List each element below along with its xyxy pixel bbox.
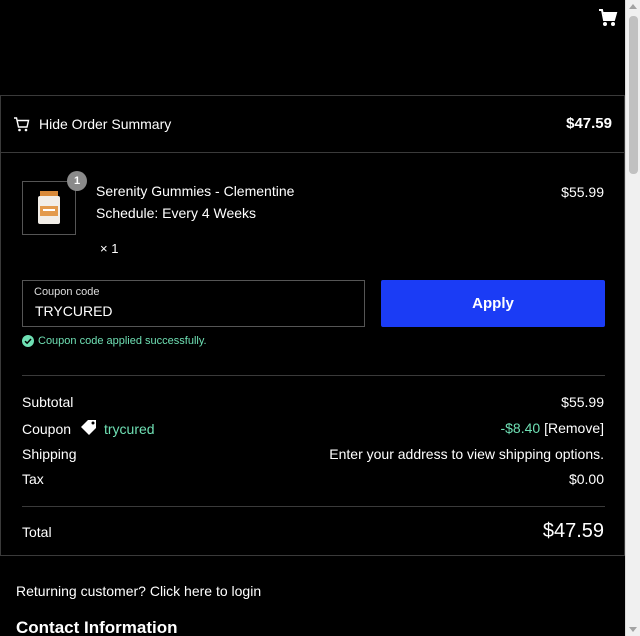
tax-label: Tax [22,471,44,487]
vertical-scrollbar[interactable] [625,0,640,636]
checkout-page: Hide Order Summary $47.59 1 Serenity Gum… [0,0,625,636]
gummies-jar-icon [38,191,60,224]
coupon-success-text: Coupon code applied successfully. [38,335,207,347]
tax-value: $0.00 [568,471,604,487]
product-price: $55.99 [561,184,604,200]
check-circle-icon [22,335,34,347]
total-value: $47.59 [542,520,604,542]
coupon-discount-value: -$8.40 [500,420,541,436]
apply-coupon-button[interactable]: Apply [381,280,605,327]
divider [22,506,605,507]
product-image [22,181,76,235]
cart-icon[interactable] [598,9,618,27]
applied-coupon-code: trycured [104,421,155,437]
scrollbar-thumb[interactable] [629,16,638,174]
quantity-badge: 1 [67,171,87,191]
product-schedule: Schedule: Every 4 Weeks [96,205,257,221]
coupon-code-label: Coupon code [34,286,100,298]
remove-coupon-link[interactable]: [Remove] [544,420,604,436]
subtotal-value: $55.99 [561,394,604,410]
cart-outline-icon [14,117,30,132]
product-name: Serenity Gummies - Clementine [96,183,295,199]
product-quantity: × 1 [100,241,119,256]
coupon-code-field[interactable]: Coupon code TRYCURED [22,280,365,327]
coupon-code-value[interactable]: TRYCURED [35,303,113,319]
shipping-label: Shipping [22,446,77,462]
returning-customer-login-link[interactable]: Returning customer? Click here to login [16,583,261,599]
total-label: Total [22,524,52,540]
toggle-summary-label[interactable]: Hide Order Summary [39,116,171,132]
contact-information-heading: Contact Information [16,618,178,636]
coupon-discount-row: -$8.40 [Remove] [500,420,604,436]
coupon-success-message: Coupon code applied successfully. [22,335,207,347]
coupon-row-label: Coupon [22,421,72,437]
order-summary: Hide Order Summary $47.59 1 Serenity Gum… [0,95,625,556]
scroll-down-icon[interactable] [629,627,637,632]
summary-header-total: $47.59 [566,115,612,132]
scroll-up-icon[interactable] [629,4,637,9]
subtotal-label: Subtotal [22,394,74,410]
shipping-value: Enter your address to view shipping opti… [329,446,604,462]
divider [22,375,605,376]
tag-icon [81,420,96,435]
order-summary-toggle[interactable]: Hide Order Summary $47.59 [1,96,624,153]
